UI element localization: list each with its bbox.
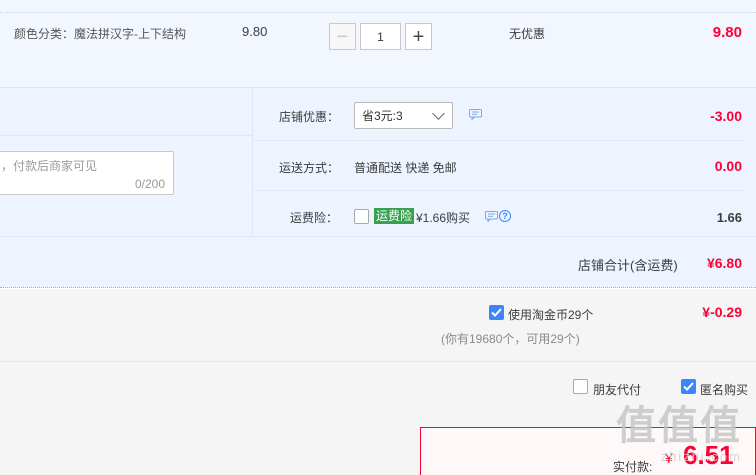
increase-quantity-button[interactable]: + — [405, 23, 432, 50]
insurance-checkbox[interactable] — [354, 209, 369, 224]
help-icon[interactable]: ? — [499, 210, 511, 222]
seller-memo-field[interactable]: ，付款后商家可见 0/200 — [0, 151, 174, 195]
gold-coin-amount: ¥-0.29 — [702, 304, 742, 320]
plus-icon: + — [412, 25, 425, 48]
minus-icon: − — [336, 25, 349, 48]
watermark: 值值值 zhizhi.com — [616, 393, 742, 464]
attr-value: 魔法拼汉字-上下结构 — [74, 27, 187, 41]
anonymous-checkbox[interactable] — [681, 379, 696, 394]
insurance-tag: 运费险 — [374, 208, 415, 224]
shipping-label: 运送方式： — [279, 161, 340, 175]
store-total-label: 店铺合计(含运费) — [578, 258, 678, 273]
unit-price: 9.80 — [242, 24, 268, 39]
gold-coin-balance: (你有19680个，可用29个) — [441, 332, 580, 346]
store-panel: ，付款后商家可见 0/200 店铺优惠： 省3元:3 -3.00 运送方式： 普… — [0, 88, 756, 288]
friend-pay-checkbox[interactable] — [573, 379, 588, 394]
divider — [0, 361, 756, 362]
row-divider — [0, 236, 756, 237]
chat-icon[interactable] — [485, 211, 498, 222]
gold-coin-label: 使用淘金币29个 — [508, 308, 594, 322]
coupon-amount: -3.00 — [710, 108, 742, 124]
item-row: 颜色分类：魔法拼汉字-上下结构 9.80 − 1 + 无优惠 9.80 — [0, 0, 756, 88]
quantity-input[interactable]: 1 — [360, 23, 401, 50]
discount-text: 无优惠 — [509, 27, 546, 41]
quantity-stepper: − 1 + — [329, 23, 432, 51]
shipping-amount: 0.00 — [714, 158, 742, 174]
memo-char-count: 0/200 — [134, 177, 165, 191]
item-total: 9.80 — [712, 24, 742, 41]
gold-coin-checkbox[interactable] — [489, 305, 504, 320]
chevron-down-icon — [432, 107, 445, 120]
store-total: ¥6.80 — [706, 255, 742, 271]
item-attribute: 颜色分类：魔法拼汉字-上下结构 — [14, 25, 186, 42]
coupon-selected-value: 省3元:3 — [362, 109, 403, 123]
check-icon — [683, 382, 694, 391]
decrease-quantity-button[interactable]: − — [329, 23, 356, 50]
memo-placeholder: ，付款后商家可见 — [1, 159, 98, 173]
shipping-method: 普通配送 快递 免邮 — [354, 161, 457, 175]
insurance-amount: 1.66 — [716, 210, 742, 225]
memo-block-header — [0, 88, 253, 136]
insurance-label: 运费险： — [290, 211, 339, 225]
check-icon — [491, 308, 502, 317]
insurance-price: ¥1.66购买 — [416, 211, 471, 225]
attr-label: 颜色分类： — [14, 27, 75, 41]
row-divider — [254, 190, 746, 191]
chat-icon[interactable] — [469, 109, 482, 120]
watermark-url: zhizhi.com — [660, 449, 742, 464]
coupon-select[interactable]: 省3元:3 — [354, 102, 453, 129]
row-divider — [254, 140, 746, 141]
coupon-label: 店铺优惠： — [279, 110, 340, 124]
watermark-logo: 值值值 — [616, 404, 742, 448]
